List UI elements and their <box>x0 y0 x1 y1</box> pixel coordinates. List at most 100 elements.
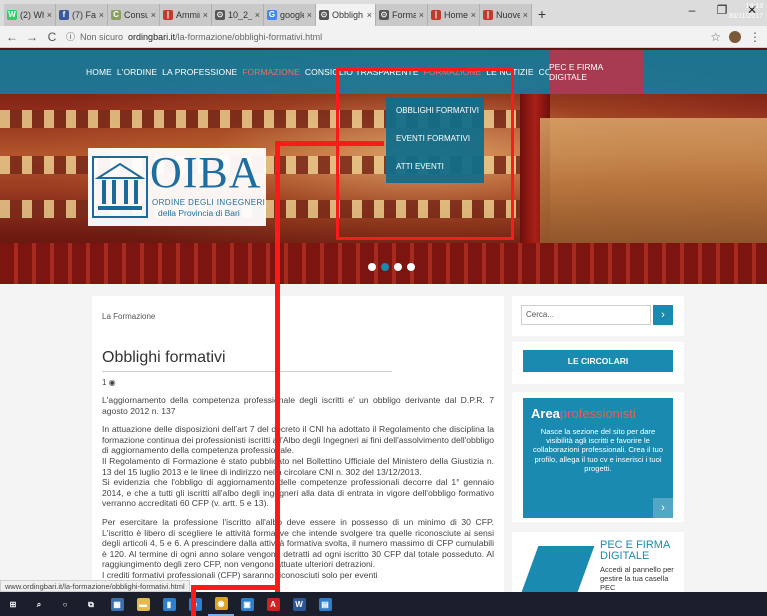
tab-close-icon[interactable]: × <box>151 10 156 20</box>
page-title: Obblighi formativi <box>102 349 392 372</box>
tab-close-icon[interactable]: × <box>47 10 52 20</box>
google-icon: G <box>267 10 277 20</box>
tab-label: 10_2_ <box>228 10 252 20</box>
app-icon: ▤ <box>318 597 332 611</box>
print-icon[interactable]: 1 ◉ <box>102 378 494 387</box>
slider-dot[interactable] <box>368 263 376 271</box>
logo-building-icon <box>92 156 148 218</box>
browser-tab[interactable]: | Home × <box>428 4 480 26</box>
search-widget: Cerca... › <box>512 296 684 336</box>
windows-start-button[interactable]: ⊞ <box>0 592 26 616</box>
minimize-button[interactable]: – <box>677 0 707 22</box>
url-text: ordingbari.it/la-formazione/obblighi-for… <box>128 31 323 42</box>
tab-close-icon[interactable]: × <box>523 10 528 20</box>
sidebar: Cerca... › LE CIRCOLARI Areaprofessionis… <box>512 296 684 592</box>
slider-dots <box>368 263 415 271</box>
search-button[interactable]: ⌕ <box>26 592 52 616</box>
back-button[interactable]: ← <box>6 30 18 44</box>
tab-close-icon[interactable]: × <box>367 10 372 20</box>
area-title: Areaprofessionisti <box>531 406 636 421</box>
profile-avatar[interactable] <box>729 30 741 43</box>
pec-title: PEC E FIRMA DIGITALE <box>600 539 670 562</box>
new-tab-button[interactable]: + <box>532 4 552 26</box>
slider-dot[interactable] <box>394 263 402 271</box>
pec-widget[interactable]: PEC E FIRMA DIGITALE Accedi al pannello … <box>512 532 684 592</box>
tab-close-icon[interactable]: × <box>419 10 424 20</box>
forward-button[interactable]: → <box>26 30 38 44</box>
app-button[interactable]: ▤ <box>312 592 338 616</box>
app-icon: ▣ <box>240 597 254 611</box>
area-description: Nasce la sezione del sito per dare visib… <box>532 427 663 473</box>
tab-label: (2) Wh <box>20 10 44 20</box>
system-clock[interactable]: 18:13 30/11/2017 <box>728 2 763 22</box>
browser-menu-icon[interactable]: ⋮ <box>749 30 761 44</box>
pec-firma-digitale-button[interactable]: PEC E FIRMA DIGITALE <box>549 50 643 94</box>
file-explorer-icon: ▬ <box>136 597 150 611</box>
browser-tab[interactable]: ⊙Formaz× <box>376 4 428 26</box>
store-button[interactable]: ▮ <box>156 592 182 616</box>
browser-tab[interactable]: CConsult× <box>108 4 160 26</box>
oiba-logo[interactable]: OIBA ORDINE DEGLI INGEGNERI della Provin… <box>88 148 266 226</box>
address-bar: ← → C ⓘ Non sicuro ordingbari.it/la-form… <box>0 26 767 48</box>
area-go-button[interactable]: › <box>653 498 673 518</box>
slider-dot[interactable] <box>381 263 389 271</box>
page-icon: | <box>483 10 493 20</box>
nav-item[interactable]: FORMAZIONE <box>242 67 300 77</box>
annotation-arrow-line <box>275 284 280 592</box>
browser-tab[interactable]: W(2) Wh× <box>4 4 56 26</box>
facebook-icon: f <box>59 10 69 20</box>
area-professionisti-banner[interactable]: Areaprofessionisti Nasce la sezione del … <box>523 398 673 518</box>
windows-taskbar: ⊞⌕○⧉▦▬▮e◉▣AW▤ <box>0 592 767 616</box>
circolari-button[interactable]: LE CIRCOLARI <box>523 350 673 372</box>
nav-item[interactable]: LA PROFESSIONE <box>162 67 237 77</box>
tab-close-icon[interactable]: × <box>255 10 260 20</box>
app-icon: ▦ <box>110 597 124 611</box>
nav-item[interactable]: HOME <box>86 67 112 77</box>
tab-label: (7) Fac <box>72 10 96 20</box>
search-input[interactable]: Cerca... <box>521 305 651 325</box>
reload-button[interactable]: C <box>46 30 58 44</box>
task-view-button[interactable]: ⧉ <box>78 592 104 616</box>
tab-close-icon[interactable]: × <box>471 10 476 20</box>
app-button[interactable]: ▦ <box>104 592 130 616</box>
browser-tab[interactable]: |Nuove sch× <box>480 4 532 26</box>
tab-label: Consult <box>124 10 148 20</box>
info-icon[interactable]: ⓘ <box>66 30 75 43</box>
pec-description: Accedi al pannello per gestire la tua ca… <box>600 565 674 592</box>
chrome-button[interactable]: ◉ <box>208 592 234 616</box>
browser-tab[interactable]: ⊙ 10_2_ × <box>212 4 264 26</box>
area-professionisti-widget: Areaprofessionisti Nasce la sezione del … <box>512 392 684 522</box>
acrobat-button[interactable]: A <box>260 592 286 616</box>
annotation-arrow-line <box>191 585 280 590</box>
article: La Formazione Obblighi formativi 1 ◉ L'a… <box>92 296 504 592</box>
pec-logo-icon <box>521 546 595 592</box>
slider-dot[interactable] <box>407 263 415 271</box>
tab-label: Obbligh <box>332 10 364 20</box>
tab-close-icon[interactable]: × <box>307 10 312 20</box>
nav-item[interactable]: L'ORDINE <box>117 67 157 77</box>
word-button[interactable]: W <box>286 592 312 616</box>
url-field[interactable]: ⓘ Non sicuro ordingbari.it/la-formazione… <box>66 29 702 45</box>
breadcrumb[interactable]: La Formazione <box>102 312 494 321</box>
circolari-widget: LE CIRCOLARI <box>512 342 684 384</box>
annotation-highlight-box <box>336 68 514 240</box>
browser-tab[interactable]: Ggoogle× <box>264 4 316 26</box>
chrome-icon: ◉ <box>214 596 228 610</box>
app-button[interactable]: ▣ <box>234 592 260 616</box>
tab-strip: W(2) Wh×f(7) Fac×CConsult×|Ammini×⊙10_2_… <box>0 0 767 26</box>
logo-subtitle: ORDINE DEGLI INGEGNERI <box>152 198 266 207</box>
file-explorer-button[interactable]: ▬ <box>130 592 156 616</box>
acrobat-icon: A <box>266 597 280 611</box>
browser-tab[interactable]: ⊙ Obbligh × <box>316 4 376 26</box>
tab-close-icon[interactable]: × <box>99 10 104 20</box>
article-paragraph: In attuazione delle disposizioni dell'ar… <box>102 424 494 509</box>
consult-icon: C <box>111 10 121 20</box>
search-button[interactable]: › <box>653 305 673 325</box>
cortana-button[interactable]: ○ <box>52 592 78 616</box>
tab-label: Home <box>444 10 468 20</box>
tab-close-icon[interactable]: × <box>203 10 208 20</box>
bookmark-star-icon[interactable]: ☆ <box>710 30 721 44</box>
browser-tab[interactable]: f(7) Fac× <box>56 4 108 26</box>
browser-tab[interactable]: |Ammini× <box>160 4 212 26</box>
status-bar-url: www.ordingbari.it/la-formazione/obblighi… <box>0 580 190 592</box>
